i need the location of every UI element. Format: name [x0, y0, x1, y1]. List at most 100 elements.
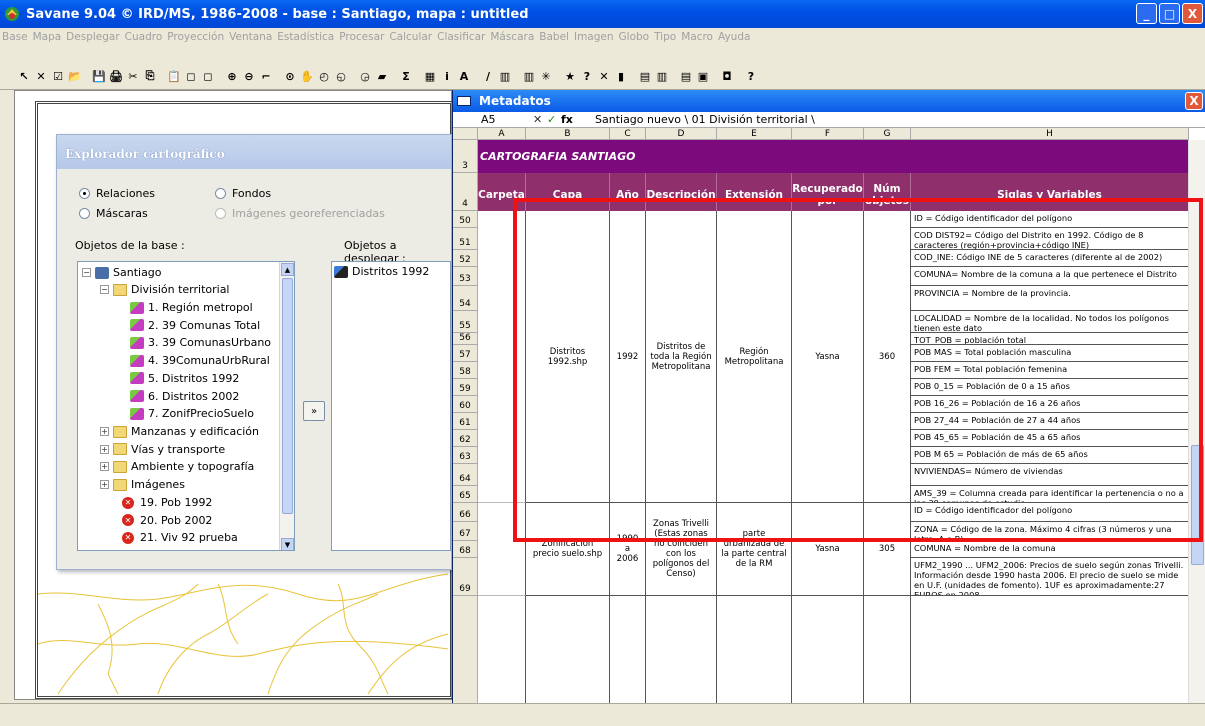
collapse-icon[interactable]: −: [82, 268, 91, 277]
display-list[interactable]: Distritos 1992: [331, 261, 451, 551]
row-header[interactable]: 3: [453, 140, 478, 173]
variable-cell[interactable]: POB 45_65 = Población de 45 a 65 años: [911, 430, 1189, 447]
toolbar-button[interactable]: ?: [743, 67, 759, 85]
row-header[interactable]: 4: [453, 173, 478, 211]
toolbar-button[interactable]: A: [456, 67, 472, 85]
tree-image-item[interactable]: ✕ 22. Viv Des 2002: [122, 549, 234, 550]
tree-layer-item[interactable]: 1. Región metropol: [130, 301, 253, 314]
column-header[interactable]: B: [526, 128, 610, 140]
cancel-icon[interactable]: ✕: [533, 113, 547, 126]
menu-item[interactable]: Base: [2, 31, 28, 43]
variable-cell[interactable]: AMS_39 = Columna creada para identificar…: [911, 486, 1189, 503]
toolbar-button[interactable]: ▥: [654, 67, 670, 85]
toolbar-button[interactable]: ✳: [538, 67, 554, 85]
toolbar-button[interactable]: ▮: [613, 67, 629, 85]
tree-root[interactable]: − Santiago: [82, 266, 162, 279]
variable-cell[interactable]: POB MAS = Total población masculina: [911, 345, 1189, 362]
variable-cell[interactable]: LOCALIDAD = Nombre de la localidad. No t…: [911, 311, 1189, 333]
menu-item[interactable]: Globo: [619, 31, 650, 43]
row-header[interactable]: 60: [453, 396, 478, 413]
tree-layer-item[interactable]: 5. Distritos 1992: [130, 372, 239, 385]
column-header[interactable]: F: [792, 128, 864, 140]
toolbar-button[interactable]: ▣: [695, 67, 711, 85]
header-cell[interactable]: Recuperado por: [792, 173, 864, 211]
header-cell[interactable]: Núm objetos: [864, 173, 911, 211]
tree-layer-item[interactable]: 7. ZonifPrecioSuelo: [130, 407, 254, 420]
row-header[interactable]: 63: [453, 447, 478, 464]
menu-item[interactable]: Tipo: [654, 31, 676, 43]
objects-tree[interactable]: − Santiago − División territorial 1. Regió…: [77, 261, 295, 551]
row-header[interactable]: 59: [453, 379, 478, 396]
variable-cell[interactable]: ZONA = Código de la zona. Máximo 4 cifra…: [911, 522, 1189, 541]
radio-mascaras[interactable]: Máscaras: [79, 207, 148, 220]
variable-cell[interactable]: TOT_POB = población total: [911, 333, 1189, 345]
tree-image-item[interactable]: ✕ 20. Pob 2002: [122, 514, 212, 527]
toolbar-button[interactable]: i: [439, 67, 455, 85]
toolbar-button[interactable]: ⎘: [142, 67, 158, 85]
toolbar-button[interactable]: ▤: [637, 67, 653, 85]
row-header[interactable]: 58: [453, 362, 478, 379]
row-header[interactable]: 50: [453, 211, 478, 228]
menu-item[interactable]: Procesar: [339, 31, 384, 43]
toolbar-button[interactable]: ✋: [299, 67, 315, 85]
description-cell[interactable]: Distritos de toda la Región Metropolitan…: [646, 211, 717, 503]
extent-cell[interactable]: Región Metropolitana: [717, 211, 792, 503]
recovered-by-cell[interactable]: Yasna: [792, 211, 864, 503]
row-header[interactable]: 52: [453, 250, 478, 267]
row-header[interactable]: 53: [453, 267, 478, 286]
column-header[interactable]: D: [646, 128, 717, 140]
tree-image-item[interactable]: ✕ 19. Pob 1992: [122, 496, 212, 509]
formula-input[interactable]: Santiago nuevo \ 01 División territorial…: [595, 113, 815, 126]
toolbar-button[interactable]: ⊕: [224, 67, 240, 85]
toolbar-button[interactable]: ✂: [125, 67, 141, 85]
folder-cell[interactable]: [478, 211, 526, 503]
variable-cell[interactable]: ID = Código identificador del polígono: [911, 211, 1189, 228]
toolbar-button[interactable]: ⊖: [241, 67, 257, 85]
layer-cell[interactable]: Distritos 1992.shp: [526, 211, 610, 503]
column-header[interactable]: E: [717, 128, 792, 140]
object-count-cell[interactable]: 305: [864, 503, 911, 596]
toolbar-button[interactable]: ▥: [521, 67, 537, 85]
year-cell[interactable]: 1992: [610, 211, 646, 503]
row-header[interactable]: 54: [453, 286, 478, 311]
variable-cell[interactable]: COMUNA= Nombre de la comuna a la que per…: [911, 267, 1189, 286]
header-cell[interactable]: Año: [610, 173, 646, 211]
column-header[interactable]: A: [478, 128, 526, 140]
row-header[interactable]: 65: [453, 486, 478, 503]
variable-cell[interactable]: COMUNA = Nombre de la comuna: [911, 541, 1189, 558]
menu-item[interactable]: Desplegar: [66, 31, 119, 43]
variable-cell[interactable]: COD_INE: Código INE de 5 caracteres (dif…: [911, 250, 1189, 267]
tree-folder-item[interactable]: + Ambiente y topografía: [100, 460, 254, 473]
row-header[interactable]: 61: [453, 413, 478, 430]
menu-item[interactable]: Imagen: [574, 31, 614, 43]
display-item[interactable]: Distritos 1992: [334, 265, 429, 278]
variable-cell[interactable]: NVIVIENDAS= Número de viviendas: [911, 464, 1189, 486]
maximize-button[interactable]: □: [1159, 3, 1180, 24]
recovered-by-cell[interactable]: Yasna: [792, 503, 864, 596]
toolbar-button[interactable]: ◴: [316, 67, 332, 85]
toolbar-button[interactable]: 🖨: [108, 67, 124, 85]
header-cell[interactable]: Carpeta: [478, 173, 526, 211]
row-header[interactable]: 56: [453, 333, 478, 345]
radio-fondos[interactable]: Fondos: [215, 187, 271, 200]
tree-layer-item[interactable]: 3. 39 ComunasUrbano: [130, 336, 271, 349]
tree-scroll-thumb[interactable]: [282, 278, 293, 514]
menu-item[interactable]: Cuadro: [125, 31, 163, 43]
toolbar-button[interactable]: ◵: [333, 67, 349, 85]
toolbar-button[interactable]: 📋: [166, 67, 182, 85]
sheet-scrollbar[interactable]: [1188, 140, 1205, 726]
toolbar-button[interactable]: ◻: [183, 67, 199, 85]
variable-cell[interactable]: POB 0_15 = Población de 0 a 15 años: [911, 379, 1189, 396]
tree-folder-item[interactable]: + Imágenes: [100, 478, 185, 491]
toolbar-button[interactable]: ∕: [480, 67, 496, 85]
menu-item[interactable]: Estadística: [277, 31, 334, 43]
menu-item[interactable]: Babel: [539, 31, 569, 43]
tree-layer-item[interactable]: 4. 39ComunaUrbRural: [130, 354, 270, 367]
scroll-up-icon[interactable]: ▲: [281, 263, 294, 276]
cell-reference[interactable]: A5: [453, 113, 511, 126]
toolbar-button[interactable]: ◘: [719, 67, 735, 85]
column-header[interactable]: H: [911, 128, 1189, 140]
metadata-close-button[interactable]: X: [1185, 92, 1203, 110]
header-cell[interactable]: Extensión: [717, 173, 792, 211]
menu-item[interactable]: Macro: [681, 31, 713, 43]
